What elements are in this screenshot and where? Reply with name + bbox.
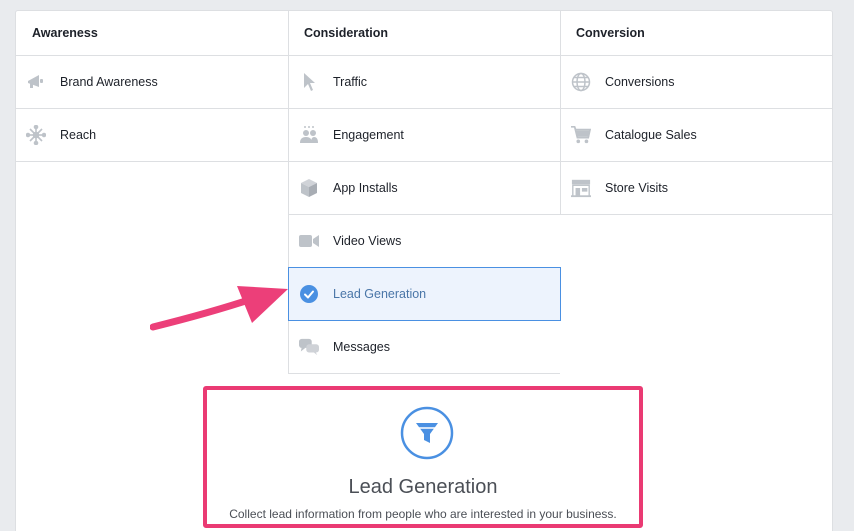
reach-icon bbox=[26, 125, 46, 145]
box-icon bbox=[299, 178, 319, 198]
column-header-consideration: Consideration bbox=[304, 26, 389, 40]
objective-engagement[interactable]: Engagement bbox=[289, 109, 560, 161]
objective-label: Engagement bbox=[333, 128, 404, 142]
objective-store-visits[interactable]: Store Visits bbox=[561, 162, 832, 214]
objective-label: Messages bbox=[333, 340, 390, 354]
objective-label: Conversions bbox=[605, 75, 675, 89]
objective-brand-awareness[interactable]: Brand Awareness bbox=[16, 56, 288, 108]
objective-label: Traffic bbox=[333, 75, 368, 89]
megaphone-icon bbox=[26, 72, 46, 92]
globe-icon bbox=[571, 72, 591, 92]
objective-messages[interactable]: Messages bbox=[289, 321, 560, 373]
objective-app-installs[interactable]: App Installs bbox=[289, 162, 560, 214]
check-circle-icon bbox=[299, 284, 319, 304]
objective-label: Brand Awareness bbox=[60, 75, 158, 89]
objective-label: Reach bbox=[60, 128, 97, 142]
column-header-awareness: Awareness bbox=[32, 26, 98, 40]
objective-label: Catalogue Sales bbox=[605, 128, 697, 142]
people-icon bbox=[299, 125, 319, 145]
objective-label: App Installs bbox=[333, 181, 398, 195]
detail-title: Lead Generation bbox=[348, 476, 498, 498]
objective-reach[interactable]: Reach bbox=[16, 109, 288, 161]
lead-generation-detail: Lead Generation Collect lead information… bbox=[203, 386, 643, 528]
objective-conversions[interactable]: Conversions bbox=[561, 56, 832, 108]
funnel-icon bbox=[400, 406, 454, 465]
chat-bubbles-icon bbox=[299, 337, 319, 357]
divider bbox=[288, 373, 560, 374]
video-camera-icon bbox=[299, 231, 319, 251]
shopping-cart-icon bbox=[571, 125, 591, 145]
cursor-icon bbox=[299, 72, 319, 92]
objective-lead-generation[interactable]: Lead Generation bbox=[288, 267, 561, 321]
detail-description: Collect lead information from people who… bbox=[229, 507, 617, 521]
objective-video-views[interactable]: Video Views bbox=[289, 215, 560, 267]
objective-label: Lead Generation bbox=[333, 287, 427, 301]
column-header-conversion: Conversion bbox=[576, 26, 645, 40]
objective-label: Store Visits bbox=[605, 181, 668, 195]
store-icon bbox=[571, 178, 591, 198]
objective-traffic[interactable]: Traffic bbox=[289, 56, 560, 108]
objective-label: Video Views bbox=[333, 234, 402, 248]
annotation-arrow bbox=[150, 286, 288, 331]
objective-catalogue-sales[interactable]: Catalogue Sales bbox=[561, 109, 832, 161]
